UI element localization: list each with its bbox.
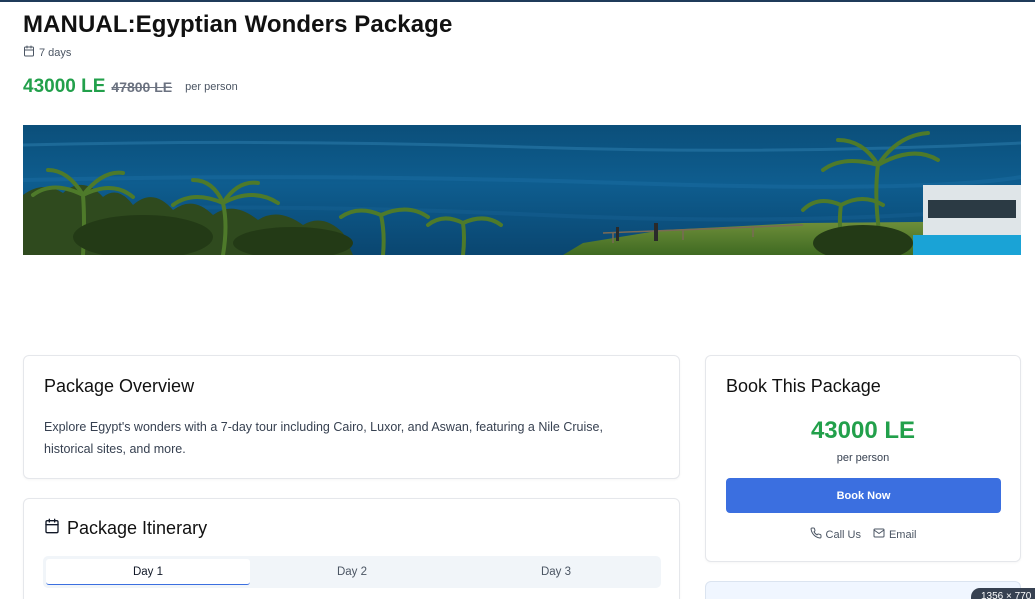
- top-border: [0, 0, 1035, 2]
- itinerary-header: Package Itinerary: [44, 518, 207, 539]
- email-label: Email: [888, 528, 917, 541]
- call-us-label: Call Us: [825, 528, 861, 541]
- duration-text: 7 days: [39, 46, 72, 59]
- itinerary-title: Package Itinerary: [67, 518, 208, 538]
- booking-card: Book This Package 43000 LE per person Bo…: [705, 355, 1021, 562]
- size-badge: 1356 × 770: [971, 588, 1035, 599]
- mail-icon: [873, 527, 885, 542]
- hero-image: [23, 125, 1021, 255]
- calendar-icon: [44, 518, 60, 539]
- contact-links: Call Us Email: [706, 527, 1020, 542]
- day-tabs: Day 1 Day 2 Day 3: [43, 556, 661, 588]
- tab-day-2[interactable]: Day 2: [250, 559, 454, 585]
- calendar-icon: [23, 45, 35, 60]
- booking-title: Book This Package: [726, 376, 881, 396]
- price-unit: per person: [185, 81, 238, 93]
- booking-price-unit: per person: [836, 452, 890, 464]
- tab-day-3[interactable]: Day 3: [454, 559, 658, 585]
- price-row: 43000 LE 47800 LE per person: [23, 76, 238, 98]
- call-us-link[interactable]: Call Us: [810, 527, 861, 542]
- page-title: MANUAL:Egyptian Wonders Package: [23, 11, 453, 38]
- duration-info: 7 days: [23, 45, 71, 60]
- booking-price: 43000 LE: [810, 417, 916, 444]
- tab-day-1[interactable]: Day 1: [46, 559, 250, 585]
- original-price: 47800 LE: [111, 79, 173, 95]
- book-now-button[interactable]: Book Now: [726, 478, 1001, 513]
- overview-description: Explore Egypt's wonders with a 7-day tou…: [44, 420, 603, 456]
- package-itinerary-card: Package Itinerary Day 1 Day 2 Day 3: [23, 498, 680, 599]
- overview-title: Package Overview: [44, 376, 195, 396]
- package-overview-card: Package Overview Explore Egypt's wonders…: [23, 355, 680, 479]
- current-price: 43000 LE: [23, 76, 106, 97]
- phone-icon: [810, 527, 822, 542]
- email-link[interactable]: Email: [873, 527, 917, 542]
